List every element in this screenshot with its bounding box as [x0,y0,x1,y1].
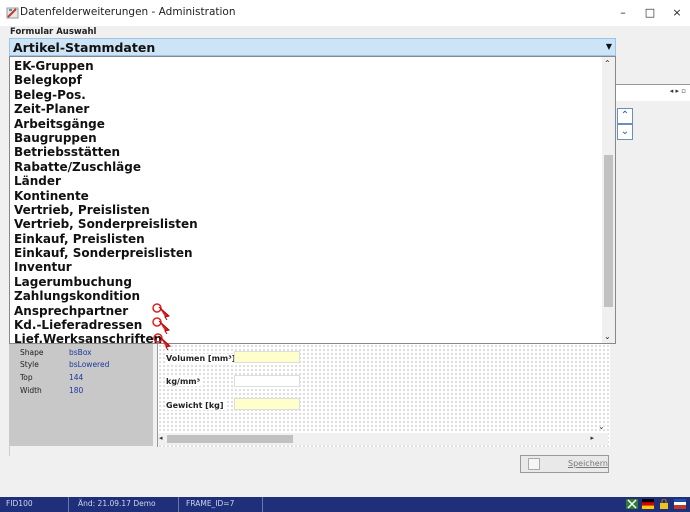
form-designer-canvas[interactable]: Volumen [mm³] kg/mm³ Gewicht [kg] [157,344,610,447]
close-x-icon[interactable] [626,499,638,509]
move-up-button[interactable]: ⌃ [617,108,633,124]
status-separator [178,497,179,512]
dropdown-item[interactable]: Kontinente [14,189,198,203]
field-input-volumen[interactable] [234,351,300,363]
dropdown-item[interactable]: Länder [14,174,198,188]
field-input-kg-mm3[interactable] [234,375,300,387]
field-input-gewicht[interactable] [234,398,300,410]
scroll-thumb[interactable] [167,435,293,443]
property-key: Shape [20,348,44,357]
scroll-right-icon[interactable]: ▸ [590,434,594,442]
canvas-scroll-down-icon[interactable]: ⌄ [598,422,605,431]
maximize-button[interactable]: □ [638,4,662,22]
property-row[interactable]: Width 180 [9,386,153,398]
property-value: bsBox [69,348,92,357]
dropdown-item[interactable]: Betriebsstätten [14,145,198,159]
property-key: Style [20,360,39,369]
formular-select[interactable]: Artikel-Stammdaten ▼ [9,38,616,56]
scroll-left-icon[interactable]: ◂ [159,434,163,442]
dropdown-item[interactable]: Zeit-Planer [14,102,198,116]
scroll-thumb[interactable] [604,155,613,307]
formular-selected-value: Artikel-Stammdaten [13,40,156,55]
dropdown-item[interactable]: Inventur [14,260,198,274]
save-icon [528,458,540,470]
property-value: bsLowered [69,360,110,369]
property-key: Top [20,373,33,382]
dropdown-item[interactable]: Rabatte/Zuschläge [14,160,198,174]
pointer-annotation-icon [153,333,172,350]
save-button[interactable]: Speichern [520,455,609,473]
lock-icon[interactable] [658,499,670,509]
property-key: Width [20,386,42,395]
status-separator [68,497,69,512]
app-icon [6,7,19,19]
dropdown-item[interactable]: Einkauf, Sonderpreislisten [14,246,198,260]
scroll-down-icon[interactable]: ⌄ [604,332,611,341]
dropdown-item[interactable]: Baugruppen [14,131,198,145]
close-button[interactable]: × [665,4,689,22]
window-title: Datenfelderweiterungen - Administration [20,6,236,18]
dropdown-scrollbar[interactable]: ⌃ ⌄ [602,57,615,343]
german-flag-icon[interactable] [642,499,654,509]
canvas-horizontal-scrollbar[interactable]: ◂ ▸ [158,433,608,445]
dropdown-item[interactable]: Beleg-Pos. [14,88,198,102]
field-label-volumen[interactable]: Volumen [mm³] [165,354,237,363]
property-value: 144 [69,373,84,382]
move-down-button[interactable]: ⌄ [617,124,633,140]
status-separator [262,497,263,512]
formular-dropdown-list[interactable]: EK-Gruppen Belegkopf Beleg-Pos. Zeit-Planer… [9,56,616,344]
property-row[interactable]: Shape bsBox [9,348,153,360]
status-bar: FID100 Änd: 21.09.17 Demo FRAME_ID=7 [0,497,690,512]
panel-nav-icon[interactable]: ◂ ▸ ▫ [670,87,686,95]
property-row[interactable]: Style bsLowered [9,360,153,372]
chevron-down-icon: ⌄ [620,126,630,137]
dropdown-item[interactable]: Lagerumbuchung [14,275,198,289]
status-changed: Änd: 21.09.17 Demo [78,499,156,508]
minimize-button[interactable]: – [611,4,635,22]
keyboard-flag-icon[interactable] [674,499,686,509]
property-value: 180 [69,386,84,395]
dropdown-arrow-icon[interactable]: ▼ [606,42,612,51]
status-id: FID100 [6,499,33,508]
title-bar: Datenfelderweiterungen - Administration … [0,0,690,26]
scroll-up-icon[interactable]: ⌃ [604,59,611,68]
dropdown-item[interactable]: Vertrieb, Sonderpreislisten [14,217,198,231]
property-grid: Shape bsBox Style bsLowered Top 144 Widt… [9,344,153,446]
dropdown-item[interactable]: Arbeitsgänge [14,117,198,131]
right-panel-header: ◂ ▸ ▫ [616,84,690,101]
dropdown-item[interactable]: Belegkopf [14,73,198,87]
field-label-kg-mm3[interactable]: kg/mm³ [165,377,202,386]
save-button-label: Speichern [568,459,608,468]
dropdown-item[interactable]: EK-Gruppen [14,59,198,73]
field-label-gewicht[interactable]: Gewicht [kg] [165,401,225,410]
status-frame: FRAME_ID=7 [186,499,235,508]
property-row[interactable]: Top 144 [9,373,153,385]
chevron-up-icon: ⌃ [620,110,630,121]
formular-label: Formular Auswahl [10,27,97,37]
dropdown-item[interactable]: Vertrieb, Preislisten [14,203,198,217]
dropdown-item[interactable]: Einkauf, Preislisten [14,232,198,246]
